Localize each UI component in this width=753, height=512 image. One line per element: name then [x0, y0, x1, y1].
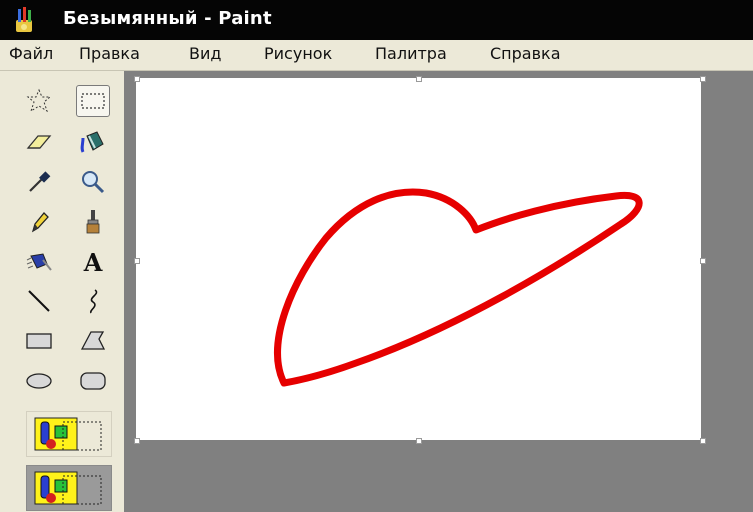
airbrush-icon — [26, 253, 52, 271]
transparent-selection-icon — [34, 471, 102, 505]
toolbox: A — [0, 71, 124, 512]
text-tool[interactable]: A — [76, 246, 110, 278]
opaque-selection-option[interactable] — [26, 411, 112, 457]
airbrush-tool[interactable] — [22, 246, 56, 278]
ellipse-icon — [26, 373, 52, 389]
resize-handle-top-left — [134, 76, 140, 82]
color-picker-tool[interactable] — [22, 166, 56, 198]
pencil-tool[interactable] — [22, 206, 56, 238]
magnifier-tool[interactable] — [76, 166, 110, 198]
menu-file[interactable]: Файл — [9, 44, 53, 63]
resize-handle-bottom-right[interactable] — [700, 438, 706, 444]
menu-help[interactable]: Справка — [490, 44, 561, 63]
paint-window: Безымянный - Paint Файл Правка Вид Рисун… — [0, 0, 753, 512]
curve-tool[interactable] — [76, 285, 110, 317]
rounded-rectangle-icon — [80, 372, 106, 390]
eraser-tool[interactable] — [22, 126, 56, 158]
rect-select-icon — [81, 93, 105, 109]
fill-bucket-tool[interactable] — [76, 126, 110, 158]
paint-app-icon — [16, 7, 32, 32]
resize-handle-top-right — [700, 76, 706, 82]
menu-image[interactable]: Рисунок — [264, 44, 332, 63]
resize-handle-bottom[interactable] — [416, 438, 422, 444]
magnifier-icon — [82, 171, 105, 194]
pencil-icon — [31, 212, 49, 233]
opaque-selection-icon — [34, 417, 102, 451]
rect-select-tool[interactable] — [76, 85, 110, 117]
menu-palette[interactable]: Палитра — [375, 44, 447, 63]
brush-tool[interactable] — [76, 206, 110, 238]
rounded-rectangle-tool[interactable] — [76, 365, 110, 397]
menu-bar: Файл Правка Вид Рисунок Палитра Справка — [0, 40, 753, 71]
window-title: Безымянный - Paint — [63, 8, 272, 29]
line-icon — [28, 290, 50, 312]
polygon-icon — [80, 331, 106, 350]
free-form-select-icon — [26, 88, 52, 113]
color-picker-icon — [29, 171, 51, 192]
ellipse-tool[interactable] — [22, 365, 56, 397]
drawing-canvas[interactable] — [136, 78, 701, 440]
rectangle-tool[interactable] — [22, 325, 56, 357]
eraser-icon — [26, 135, 52, 149]
line-tool[interactable] — [22, 285, 56, 317]
resize-handle-bottom-left — [134, 438, 140, 444]
fill-bucket-icon — [80, 131, 104, 153]
transparent-selection-option[interactable] — [26, 465, 112, 511]
polygon-tool[interactable] — [76, 325, 110, 357]
free-form-select-tool[interactable] — [22, 85, 56, 117]
text-icon: A — [83, 247, 103, 277]
red-heart-drawing — [274, 188, 643, 387]
rectangle-icon — [26, 333, 52, 349]
resize-handle-right[interactable] — [700, 258, 706, 264]
menu-view[interactable]: Вид — [189, 44, 221, 63]
curve-icon — [89, 289, 98, 314]
menu-edit[interactable]: Правка — [79, 44, 140, 63]
resize-handle-left — [134, 258, 140, 264]
brush-icon — [86, 210, 100, 234]
resize-handle-top — [416, 76, 422, 82]
title-bar: Безымянный - Paint — [0, 0, 753, 40]
